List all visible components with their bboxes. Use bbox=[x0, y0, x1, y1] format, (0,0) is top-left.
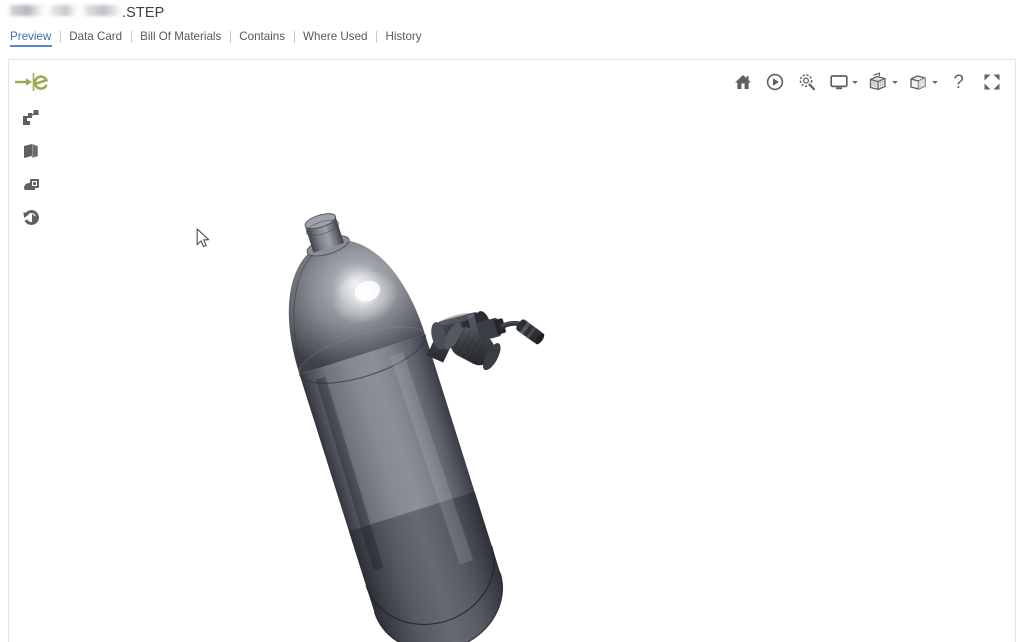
fullscreen-icon bbox=[982, 72, 1002, 92]
cylinder-body bbox=[299, 335, 517, 642]
valve-body-left-cap bbox=[429, 321, 449, 352]
help-icon: ? bbox=[947, 73, 970, 92]
valve-outlet-block bbox=[476, 317, 502, 341]
tab-data-card[interactable]: Data Card bbox=[60, 28, 131, 47]
toolbar-home-view[interactable] bbox=[728, 68, 758, 96]
viewer-left-toolbar bbox=[9, 60, 53, 642]
hose-fitting-band-2 bbox=[526, 326, 536, 338]
valve-stem-edge bbox=[427, 328, 440, 356]
valve-knob bbox=[446, 323, 499, 370]
cylinder-lower-band bbox=[349, 492, 518, 642]
toolbar-animate[interactable] bbox=[760, 68, 790, 96]
valve-knurl-outline bbox=[466, 313, 481, 342]
model-canvas bbox=[9, 60, 1015, 642]
valve-knob-back bbox=[441, 320, 466, 352]
viewer-top-toolbar: ? bbox=[728, 68, 1007, 96]
exploded-cube-icon bbox=[867, 72, 889, 92]
tab-preview[interactable]: Preview bbox=[8, 28, 60, 47]
hose-fitting-band-1 bbox=[520, 322, 531, 335]
tab-bill-of-materials[interactable]: Bill Of Materials bbox=[131, 28, 230, 47]
cylinder-neck bbox=[305, 216, 344, 252]
valve-knob-texture bbox=[453, 327, 487, 363]
hose-fitting-tip bbox=[534, 332, 546, 346]
cylinder-bottom-seam bbox=[366, 546, 509, 641]
home-icon bbox=[733, 72, 753, 92]
cylinder-bottom-edge bbox=[374, 573, 517, 642]
tab-where-used[interactable]: Where Used bbox=[294, 28, 376, 47]
valve-hose bbox=[502, 323, 528, 327]
edrawings-logo bbox=[11, 69, 51, 95]
cube-icon bbox=[907, 72, 929, 92]
valve-knurl-ring bbox=[466, 313, 481, 342]
left-tool-cross-section[interactable] bbox=[16, 136, 46, 166]
neck-top-rim bbox=[303, 211, 337, 232]
body-highlight-streak bbox=[390, 351, 473, 566]
toolbar-shading-mode[interactable] bbox=[902, 68, 940, 96]
valve-hose-highlight bbox=[502, 322, 527, 326]
document-title-bar: .STEP bbox=[0, 0, 1024, 24]
chevron-down-icon bbox=[892, 81, 898, 84]
chevron-down-icon bbox=[852, 81, 858, 84]
valve-body-right-cap bbox=[473, 309, 493, 340]
tab-bar: Preview Data Card Bill Of Materials Cont… bbox=[0, 24, 1024, 50]
measure-icon bbox=[21, 174, 41, 194]
neck-thread-ring bbox=[304, 217, 340, 239]
toolbar-exploded-view[interactable] bbox=[862, 68, 900, 96]
toolbar-zoom-to-area[interactable] bbox=[792, 68, 822, 96]
edrawings-logo-mark bbox=[13, 71, 49, 93]
chevron-down-icon bbox=[932, 81, 938, 84]
valve-knob-face bbox=[479, 341, 504, 373]
redacted-filename bbox=[8, 5, 122, 16]
dome-highlight-core bbox=[352, 278, 383, 305]
dome-body-seam bbox=[299, 335, 431, 396]
valve-body bbox=[435, 311, 486, 349]
cylinder-dome bbox=[264, 222, 425, 374]
markup-icon bbox=[21, 108, 41, 128]
edrawings-viewer-panel: ? bbox=[8, 59, 1016, 642]
dome-body-seam-light bbox=[293, 316, 425, 375]
dome-edge-left bbox=[270, 255, 348, 382]
page-title: .STEP bbox=[8, 5, 164, 21]
toolbar-display-mode[interactable] bbox=[824, 68, 860, 96]
left-tool-measure[interactable] bbox=[16, 169, 46, 199]
play-circle-icon bbox=[765, 72, 785, 92]
left-tool-rotate-view[interactable] bbox=[16, 202, 46, 232]
monitor-icon bbox=[829, 72, 849, 92]
valve-stem bbox=[427, 328, 456, 363]
rotate-view-icon bbox=[21, 207, 41, 227]
valve-body-highlight bbox=[439, 311, 476, 327]
tab-history[interactable]: History bbox=[376, 28, 430, 47]
toolbar-fullscreen[interactable] bbox=[977, 68, 1007, 96]
dome-highlight bbox=[325, 262, 405, 332]
toolbar-help[interactable]: ? bbox=[942, 68, 975, 96]
file-extension: .STEP bbox=[122, 5, 164, 21]
neck-collar bbox=[305, 232, 352, 260]
body-shadow-streak bbox=[314, 377, 385, 571]
tab-contains[interactable]: Contains bbox=[230, 28, 294, 47]
cross-section-icon bbox=[21, 141, 41, 161]
hose-end-fitting bbox=[515, 318, 544, 344]
valve-outlet-nut bbox=[494, 318, 507, 335]
zoom-area-icon bbox=[797, 72, 817, 92]
left-tool-markup[interactable] bbox=[16, 103, 46, 133]
valve-assembly bbox=[427, 308, 546, 373]
